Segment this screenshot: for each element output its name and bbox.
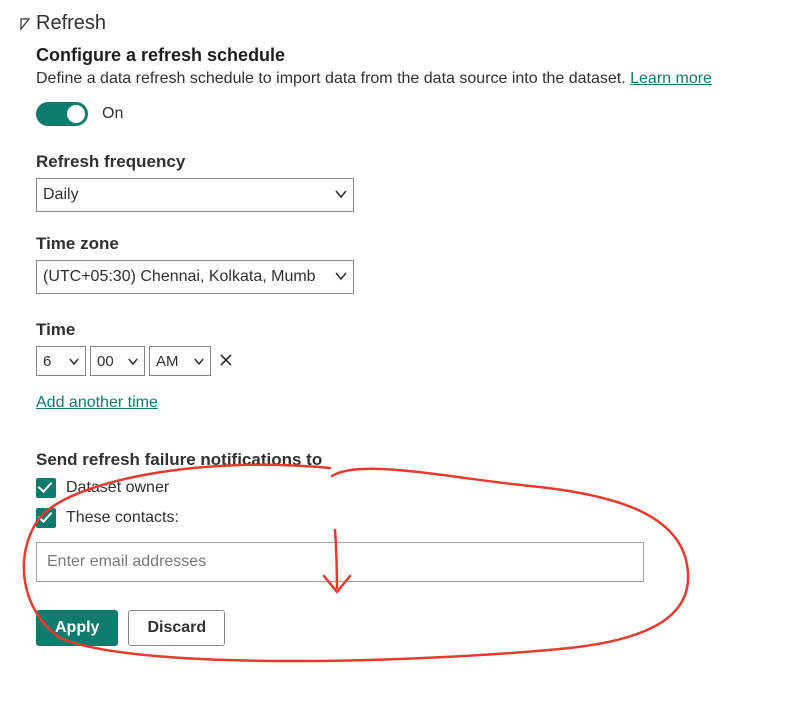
schedule-description: Define a data refresh schedule to import… xyxy=(36,70,793,88)
time-label: Time xyxy=(36,320,793,340)
schedule-toggle-label: On xyxy=(102,105,123,123)
these-contacts-label: These contacts: xyxy=(66,509,179,527)
schedule-subtitle: Configure a refresh schedule xyxy=(36,45,793,66)
learn-more-link[interactable]: Learn more xyxy=(630,70,712,87)
add-another-time-link[interactable]: Add another time xyxy=(36,394,158,412)
section-title: Refresh xyxy=(36,12,106,35)
chevron-down-icon xyxy=(335,186,347,204)
dataset-owner-label: Dataset owner xyxy=(66,479,169,497)
collapse-triangle-icon xyxy=(18,17,32,31)
frequency-label: Refresh frequency xyxy=(36,152,793,172)
chevron-down-icon xyxy=(128,353,138,370)
chevron-down-icon xyxy=(194,353,204,370)
section-header-refresh[interactable]: Refresh xyxy=(18,12,793,35)
time-ampm-select[interactable]: AM xyxy=(149,346,211,376)
apply-button[interactable]: Apply xyxy=(36,610,118,646)
timezone-select[interactable]: (UTC+05:30) Chennai, Kolkata, Mumb xyxy=(36,260,354,294)
these-contacts-checkbox[interactable] xyxy=(36,508,56,528)
dataset-owner-checkbox[interactable] xyxy=(36,478,56,498)
discard-button[interactable]: Discard xyxy=(128,610,225,646)
frequency-select[interactable]: Daily xyxy=(36,178,354,212)
schedule-toggle[interactable] xyxy=(36,102,88,126)
chevron-down-icon xyxy=(69,353,79,370)
time-minute-select[interactable]: 00 xyxy=(90,346,145,376)
timezone-label: Time zone xyxy=(36,234,793,254)
chevron-down-icon xyxy=(335,268,347,286)
notifications-title: Send refresh failure notifications to xyxy=(36,450,793,470)
remove-time-button[interactable] xyxy=(215,351,237,372)
email-addresses-input[interactable] xyxy=(36,542,644,582)
time-hour-select[interactable]: 6 xyxy=(36,346,86,376)
